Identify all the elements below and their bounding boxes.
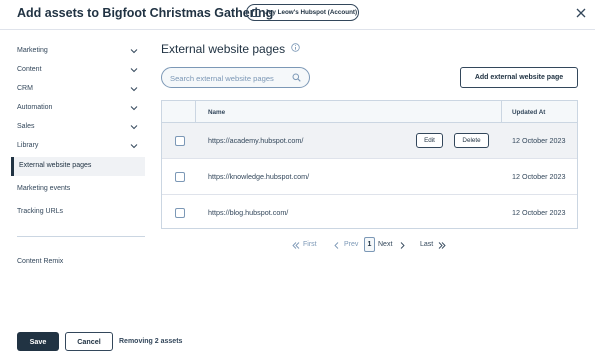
modal-title: Add assets to Bigfoot Christmas Gatherin…	[17, 6, 274, 20]
search-input[interactable]	[170, 72, 290, 84]
pagination-last[interactable]: Last	[420, 241, 433, 248]
chevron-down-icon	[130, 68, 138, 73]
close-icon[interactable]	[576, 8, 586, 18]
sidebar-item-label: Sales	[17, 123, 35, 130]
search-icon	[292, 73, 301, 82]
sidebar-item-external-website-pages[interactable]: External website pages	[11, 157, 145, 176]
edit-button[interactable]: Edit	[416, 133, 443, 148]
page-title: External website pages	[161, 42, 286, 56]
column-divider	[195, 101, 196, 123]
sidebar-item-tracking-urls[interactable]: Tracking URLs	[17, 208, 141, 215]
pagination-prev[interactable]: Prev	[344, 241, 358, 248]
double-chevron-left-icon	[292, 242, 300, 249]
delete-button[interactable]: Delete	[454, 133, 489, 148]
sidebar-item-label: Automation	[17, 104, 53, 111]
save-button[interactable]: Save	[17, 332, 59, 351]
sidebar-item-crm[interactable]: CRM	[17, 85, 141, 92]
assets-table: Name Updated At https://academy.hubspot.…	[161, 100, 578, 229]
modal-header: Add assets to Bigfoot Christmas Gatherin…	[0, 0, 595, 30]
pagination-current-page[interactable]: 1	[364, 237, 375, 252]
sidebar-item-label: Content Remix	[17, 258, 64, 265]
chevron-down-icon	[130, 87, 138, 92]
row-updated-at: 12 October 2023	[512, 208, 566, 217]
column-header-updated-at[interactable]: Updated At	[512, 109, 545, 116]
modal-footer: Save Cancel Removing 2 assets	[0, 318, 595, 363]
pagination: First Prev 1 Next Last	[0, 237, 595, 253]
sidebar-item-content-remix[interactable]: Content Remix	[17, 258, 141, 265]
row-updated-at: 12 October 2023	[512, 172, 566, 181]
row-checkbox[interactable]	[175, 208, 185, 218]
sidebar-item-automation[interactable]: Automation	[17, 104, 141, 111]
sidebar-item-label: Library	[17, 142, 39, 149]
sidebar-item-label: Tracking URLs	[17, 208, 64, 215]
add-external-website-page-button[interactable]: Add external website page	[460, 67, 578, 88]
sidebar-item-sales[interactable]: Sales	[17, 123, 141, 130]
sidebar-item-marketing-events[interactable]: Marketing events	[17, 185, 141, 192]
chevron-down-icon	[130, 106, 138, 111]
sidebar-item-label: Marketing events	[17, 185, 71, 192]
account-name: Joy Leow's Hubspot (Account)	[265, 9, 358, 16]
double-chevron-right-icon	[438, 242, 446, 249]
pagination-next[interactable]: Next	[378, 241, 392, 248]
row-checkbox[interactable]	[175, 136, 185, 146]
table-row[interactable]: https://academy.hubspot.com/ Edit Delete…	[162, 123, 577, 159]
search-field[interactable]	[161, 67, 310, 88]
table-row[interactable]: https://blog.hubspot.com/ 12 October 202…	[162, 195, 577, 231]
column-header-name[interactable]: Name	[208, 109, 225, 116]
chevron-right-icon	[400, 242, 405, 249]
row-checkbox[interactable]	[175, 172, 185, 182]
sidebar-item-content[interactable]: Content	[17, 66, 141, 73]
sidebar-item-label: Marketing	[17, 47, 48, 54]
account-switcher[interactable]: Joy Leow's Hubspot (Account)	[246, 4, 359, 21]
table-row[interactable]: https://knowledge.hubspot.com/ 12 Octobe…	[162, 159, 577, 195]
status-text: Removing 2 assets	[119, 338, 183, 345]
info-icon[interactable]	[291, 43, 300, 52]
sidebar-item-library[interactable]: Library	[17, 142, 141, 149]
chevron-down-icon	[130, 125, 138, 130]
sidebar-item-label: CRM	[17, 85, 33, 92]
table-header: Name Updated At	[162, 101, 577, 123]
sidebar-item-marketing[interactable]: Marketing	[17, 47, 141, 54]
row-updated-at: 12 October 2023	[512, 136, 566, 145]
cancel-button[interactable]: Cancel	[65, 332, 113, 351]
pagination-first[interactable]: First	[303, 241, 317, 248]
sidebar-item-label: Content	[17, 66, 42, 73]
row-url: https://academy.hubspot.com/	[208, 136, 304, 145]
chevron-down-icon	[130, 144, 138, 149]
account-checkbox-icon	[252, 8, 260, 17]
row-url: https://blog.hubspot.com/	[208, 208, 289, 217]
sidebar-item-label: External website pages	[19, 162, 92, 169]
chevron-left-icon	[334, 242, 339, 249]
column-divider	[501, 101, 502, 123]
chevron-down-icon	[130, 49, 138, 54]
row-url: https://knowledge.hubspot.com/	[208, 172, 310, 181]
